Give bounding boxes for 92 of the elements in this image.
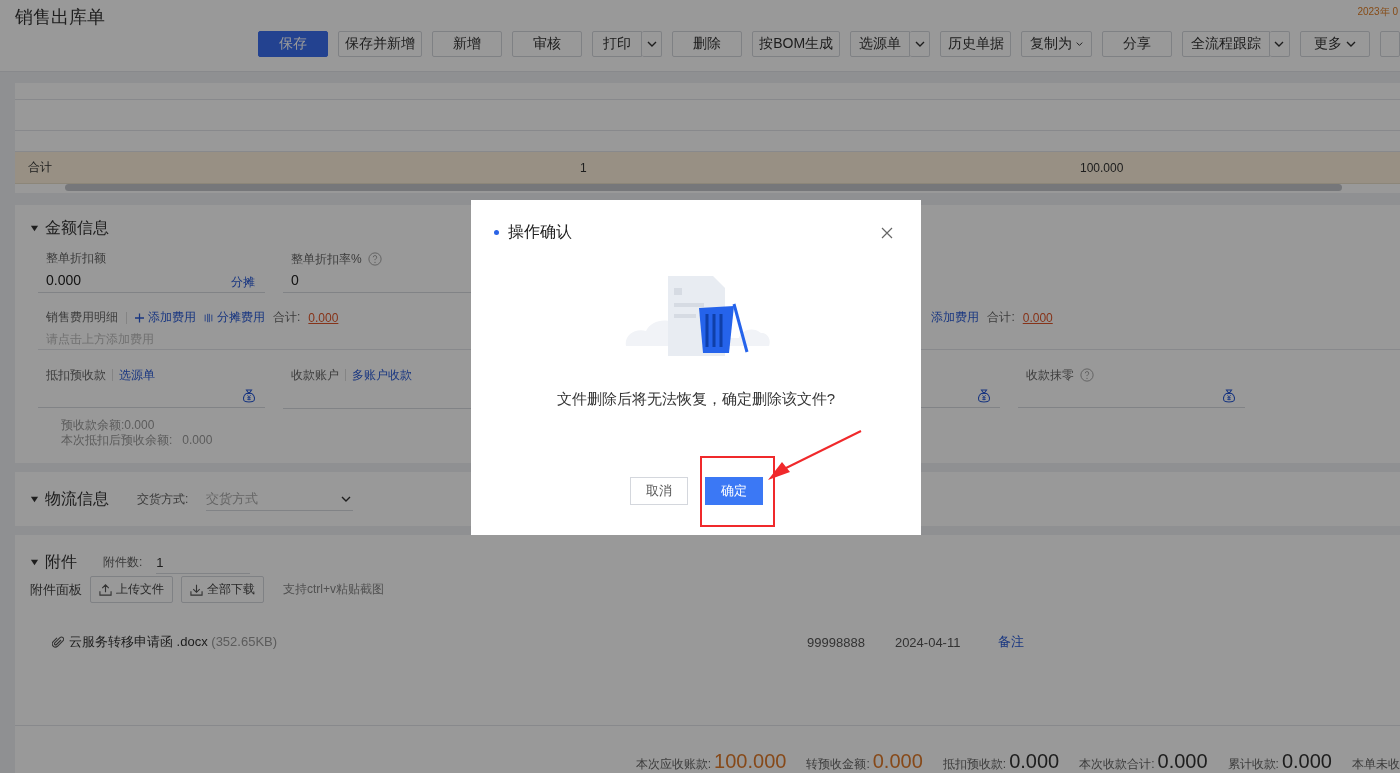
balance-text: 预收款余额:0.000: [61, 418, 156, 433]
caret-icon: [914, 41, 925, 47]
toolbar-button[interactable]: 全流程跟踪: [1182, 31, 1270, 57]
save-button[interactable]: 保存: [258, 31, 328, 57]
money-bag-icon: [978, 388, 990, 403]
toolbar-button[interactable]: 新增: [432, 31, 503, 57]
note-link[interactable]: 备注: [998, 633, 1025, 651]
total-label: 合计:: [987, 309, 1015, 326]
toolbar-button[interactable]: 打印: [592, 31, 643, 57]
panel-label: 附件面板: [30, 580, 82, 599]
summary-label: 本次收款合计:: [1079, 756, 1155, 773]
caret-icon: [1274, 41, 1285, 47]
table-cell-text: 合计: [27, 159, 53, 177]
fee-total-link[interactable]: 0.000: [1022, 310, 1053, 325]
summary-value: 0.000: [1281, 749, 1332, 773]
plus-icon: [135, 312, 144, 323]
allocate-fee-link[interactable]: 分摊费用: [204, 309, 265, 326]
menu-button[interactable]: 更多: [1300, 31, 1370, 57]
cancel-button[interactable]: 取消: [630, 477, 688, 505]
section-title: 物流信息: [45, 488, 109, 509]
add-fee-link[interactable]: 添加费用: [931, 309, 980, 326]
confirm-button[interactable]: 确定: [705, 477, 763, 505]
caret-icon: [341, 495, 352, 502]
close-icon[interactable]: [881, 226, 893, 239]
field-label: 整单折扣额: [45, 250, 107, 267]
summary-label: 本单未收: [1352, 756, 1400, 773]
collapse-triangle-icon[interactable]: [30, 224, 39, 233]
caret-icon: [646, 41, 657, 47]
money-bag-icon: [243, 388, 255, 403]
summary-label: 累计收款:: [1227, 756, 1279, 773]
table-cell: 100.000: [1080, 160, 1124, 175]
paperclip-icon: [52, 635, 64, 649]
field-label: 收款账户: [291, 366, 339, 384]
dialog-message: 文件删除后将无法恢复，确定删除该文件?: [555, 390, 837, 409]
toolbar-button[interactable]: 选源单: [850, 31, 911, 57]
dropdown-button[interactable]: [910, 31, 931, 57]
toolbar-button[interactable]: 删除: [672, 31, 743, 57]
add-fee-link[interactable]: 添加费用: [135, 309, 196, 326]
field-label: 收款抹零: [1026, 366, 1074, 384]
money-bag-icon: [1223, 388, 1235, 403]
summary-label: 抵扣预收款:: [942, 756, 1007, 773]
upload-icon: [99, 583, 112, 596]
summary-value: 0.000: [1009, 749, 1060, 773]
allocate-link[interactable]: 分摊: [231, 273, 255, 291]
upload-button[interactable]: 上传文件: [90, 576, 173, 603]
field-label: 附件数:: [103, 554, 143, 571]
toolbar-button[interactable]: 历史单据: [940, 31, 1012, 57]
dropdown-button[interactable]: [1270, 31, 1290, 57]
help-icon[interactable]: [1080, 368, 1094, 382]
fee-total-link[interactable]: 0.000: [308, 310, 339, 325]
summary-label: 转预收金额:: [806, 756, 870, 773]
total-label: 合计:: [273, 309, 301, 326]
summary-value: 100.000: [714, 749, 787, 773]
toolbar-button[interactable]: 保存并新增: [338, 31, 423, 57]
uploader-text: 99998888: [807, 634, 865, 650]
page-title: 销售出库单: [15, 6, 105, 29]
field-label: 销售费用明细: [46, 309, 118, 326]
multi-account-link[interactable]: 多账户收款: [352, 366, 412, 384]
table-cell-text: 1: [580, 160, 588, 175]
split-icon: [204, 312, 213, 323]
collapse-triangle-icon[interactable]: [30, 494, 39, 504]
download-all-button[interactable]: 全部下载: [181, 576, 264, 603]
help-icon[interactable]: [367, 252, 382, 266]
date-text: 2023年 0: [1357, 5, 1398, 19]
section-title: 附件: [45, 552, 77, 572]
caret-icon: [1346, 41, 1356, 47]
dropdown-button[interactable]: [642, 31, 663, 57]
toolbar-button[interactable]: [1380, 31, 1400, 57]
field-label: 整单折扣率%: [291, 250, 362, 268]
scrollbar-thumb[interactable]: [65, 184, 1342, 192]
file-name[interactable]: 云服务转移申请函 .docx (352.65KB): [69, 633, 278, 651]
collapse-triangle-icon[interactable]: [30, 558, 39, 567]
select-source-link[interactable]: 选源单: [119, 366, 155, 384]
toolbar-button[interactable]: 按BOM生成: [752, 31, 841, 57]
section-title: 金额信息: [45, 218, 109, 238]
menu-button[interactable]: 复制为: [1021, 31, 1092, 57]
field-label: 抵扣预收款: [46, 366, 106, 384]
count-field[interactable]: 1: [156, 551, 251, 574]
discount-value: 0.000: [46, 272, 82, 288]
caret-icon: [1076, 41, 1083, 47]
bullet-icon: [494, 230, 499, 235]
summary-label: 本次应收账款:: [635, 756, 712, 773]
toolbar-button[interactable]: 审核: [512, 31, 583, 57]
paste-hint-text: 支持ctrl+v粘贴截图: [283, 581, 384, 598]
download-icon: [190, 583, 203, 596]
dialog-title: 操作确认: [508, 222, 573, 242]
date-text: 2024-04-11: [894, 634, 961, 650]
summary-value: 0.000: [872, 749, 923, 773]
summary-value: 0.000: [1157, 749, 1208, 773]
discount-rate-value: 0: [291, 272, 299, 288]
toolbar-button[interactable]: 分享: [1102, 31, 1172, 57]
field-label: 交货方式:: [137, 490, 189, 508]
